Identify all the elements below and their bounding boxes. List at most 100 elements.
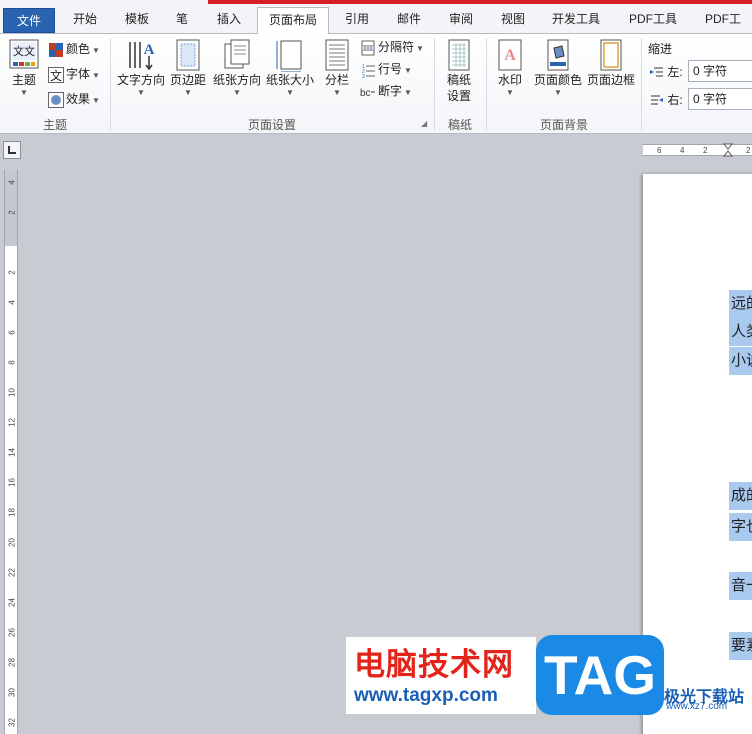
tab-review[interactable]: 审阅 [436,7,486,34]
ruler-tick-label: 2 [746,146,751,155]
watermark-icon: A [498,39,522,71]
selected-text-line[interactable]: 字也 [729,513,752,541]
page-color-label: 页面颜色 [533,73,582,87]
watermark-button[interactable]: A 水印 ▼ [493,38,527,98]
watermark-text-panel: 电脑技术网 www.tagxp.com [346,637,536,714]
text-direction-button[interactable]: A 文字方向 ▼ [115,38,167,98]
ruler-tick-label: 2 [703,146,708,155]
manuscript-settings-button[interactable]: 稿纸 设置 [440,38,478,104]
selected-text-line[interactable]: 小说 [729,347,752,375]
indent-right-input[interactable]: 0 字符 [688,88,752,110]
tab-stop-selector[interactable] [3,141,21,159]
site-watermark: 电脑技术网 www.tagxp.com TAG 极光下载站 www.xz7.co… [346,635,752,715]
ruler-tick-label: 6 [657,146,662,155]
page-background-group-label: 页面背景 [539,118,588,132]
tab-templates[interactable]: 模板 [112,7,162,34]
ribbon-tab-bar: 文件 开始 模板 笔 插入 页面布局 引用 邮件 审阅 视图 开发工具 PDF工… [0,0,752,35]
ruler-tick-label: 4 [7,180,17,185]
chevron-down-icon: ▼ [184,88,192,97]
watermark-title: 电脑技术网 [354,647,514,683]
effects-button[interactable]: 效果 ▼ [48,88,100,110]
page-size-button[interactable]: 纸张大小 ▼ [264,38,316,98]
page-borders-label: 页面边框 [586,73,635,87]
ruler-tick-label: 20 [7,538,17,547]
selected-text-line[interactable]: 成的 [729,482,752,510]
ruler-tick-label: 2 [7,210,17,215]
chevron-down-icon: ▼ [554,88,562,97]
orientation-label: 纸张方向 [212,73,261,87]
page-break-icon [361,40,375,56]
columns-button[interactable]: 分栏 ▼ [320,38,354,98]
indent-left-icon [650,67,663,77]
group-divider [110,38,111,130]
svg-text:A: A [504,47,516,64]
indent-right-row: 右: 0 字符 [650,88,752,112]
svg-text:文: 文 [50,68,62,83]
page-borders-icon [600,39,622,71]
ribbon: 文文 主题 ▼ 颜色 ▼ 文字体 ▼ 效果 ▼ 主题 A 文字方向 ▼ 页边距 ▼ [0,34,752,134]
page-size-icon [276,40,302,72]
dialog-launcher-icon[interactable]: ◢ [421,119,431,129]
text-direction-label: 文字方向 [116,73,165,87]
indent-right-icon [651,95,663,105]
selected-text-line[interactable]: 音一 [729,572,752,600]
tab-file[interactable]: 文件 [3,8,55,33]
tab-view[interactable]: 视图 [488,7,538,34]
tab-home[interactable]: 开始 [60,7,110,34]
line-numbers-label: 行号 [378,62,403,76]
effects-label: 效果 [66,92,91,106]
orientation-icon [224,39,250,69]
indent-left-input[interactable]: 0 字符 [688,60,752,82]
line-numbers-icon: 123 [362,64,375,80]
page-borders-button[interactable]: 页面边框 [585,38,637,88]
ruler-tick-label: 8 [7,360,17,365]
tab-pen[interactable]: 笔 [164,7,200,34]
tab-pdf-tools-2[interactable]: PDF工 [694,7,752,34]
watermark-url: www.tagxp.com [354,685,498,706]
manuscript-label-2: 设置 [446,89,471,103]
hyphenation-label: 断字 [378,84,403,98]
ruler-tick-label: 26 [7,628,17,637]
selected-text-line[interactable]: 人类 [729,318,752,346]
line-numbers-button[interactable]: 1 2 3 行号 ▼ [360,58,412,80]
colors-button[interactable]: 颜色 ▼ [48,38,100,60]
horizontal-ruler[interactable]: 6 4 2 2 [643,143,752,157]
tab-insert[interactable]: 插入 [204,7,254,34]
chevron-down-icon: ▼ [286,88,294,97]
page-size-label: 纸张大小 [265,73,314,87]
fonts-button[interactable]: 文字体 ▼ [48,63,100,85]
ruler-tick-label: 12 [7,418,17,427]
tab-mailings[interactable]: 邮件 [384,7,434,34]
ruler-tick-label: 4 [7,300,17,305]
vertical-ruler[interactable]: 4 2 2 4 6 8 10 12 14 16 18 20 22 24 26 2… [4,170,18,734]
ruler-tick-label: 2 [7,270,17,275]
columns-icon [325,39,349,71]
ruler-tick-label: 16 [7,478,17,487]
tab-pdf-tools[interactable]: PDF工具 [616,7,690,34]
selected-text-line[interactable]: 远的 [729,290,752,318]
ruler-tick-label: 30 [7,688,17,697]
group-divider [486,38,487,130]
indent-right-label: 右: [667,93,683,107]
group-divider [641,38,642,130]
orientation-button[interactable]: 纸张方向 ▼ [211,38,263,98]
tab-references[interactable]: 引用 [332,7,382,34]
chevron-down-icon: ▼ [506,88,514,97]
indent-marker-icon[interactable] [723,143,733,157]
text-direction-icon: A [129,42,155,71]
margins-button[interactable]: 页边距 ▼ [168,38,208,98]
svg-text:bc: bc [360,88,371,99]
manuscript-icon [448,39,470,71]
chevron-down-icon: ▼ [333,88,341,97]
hyphenation-button[interactable]: bc 断字 ▼ [360,80,412,102]
theme-button[interactable]: 文文 主题 ▼ [6,38,42,98]
tab-page-layout[interactable]: 页面布局 [257,7,329,35]
page-color-icon [547,39,569,71]
tab-developer[interactable]: 开发工具 [540,7,612,34]
ruler-tick-label: 24 [7,598,17,607]
indent-title: 缩进 [648,42,673,56]
left-tab-icon [8,146,16,154]
ruler-tick-label: 14 [7,448,17,457]
page-color-button[interactable]: 页面颜色 ▼ [532,38,584,98]
breaks-button[interactable]: 分隔符 ▼ [360,36,424,58]
